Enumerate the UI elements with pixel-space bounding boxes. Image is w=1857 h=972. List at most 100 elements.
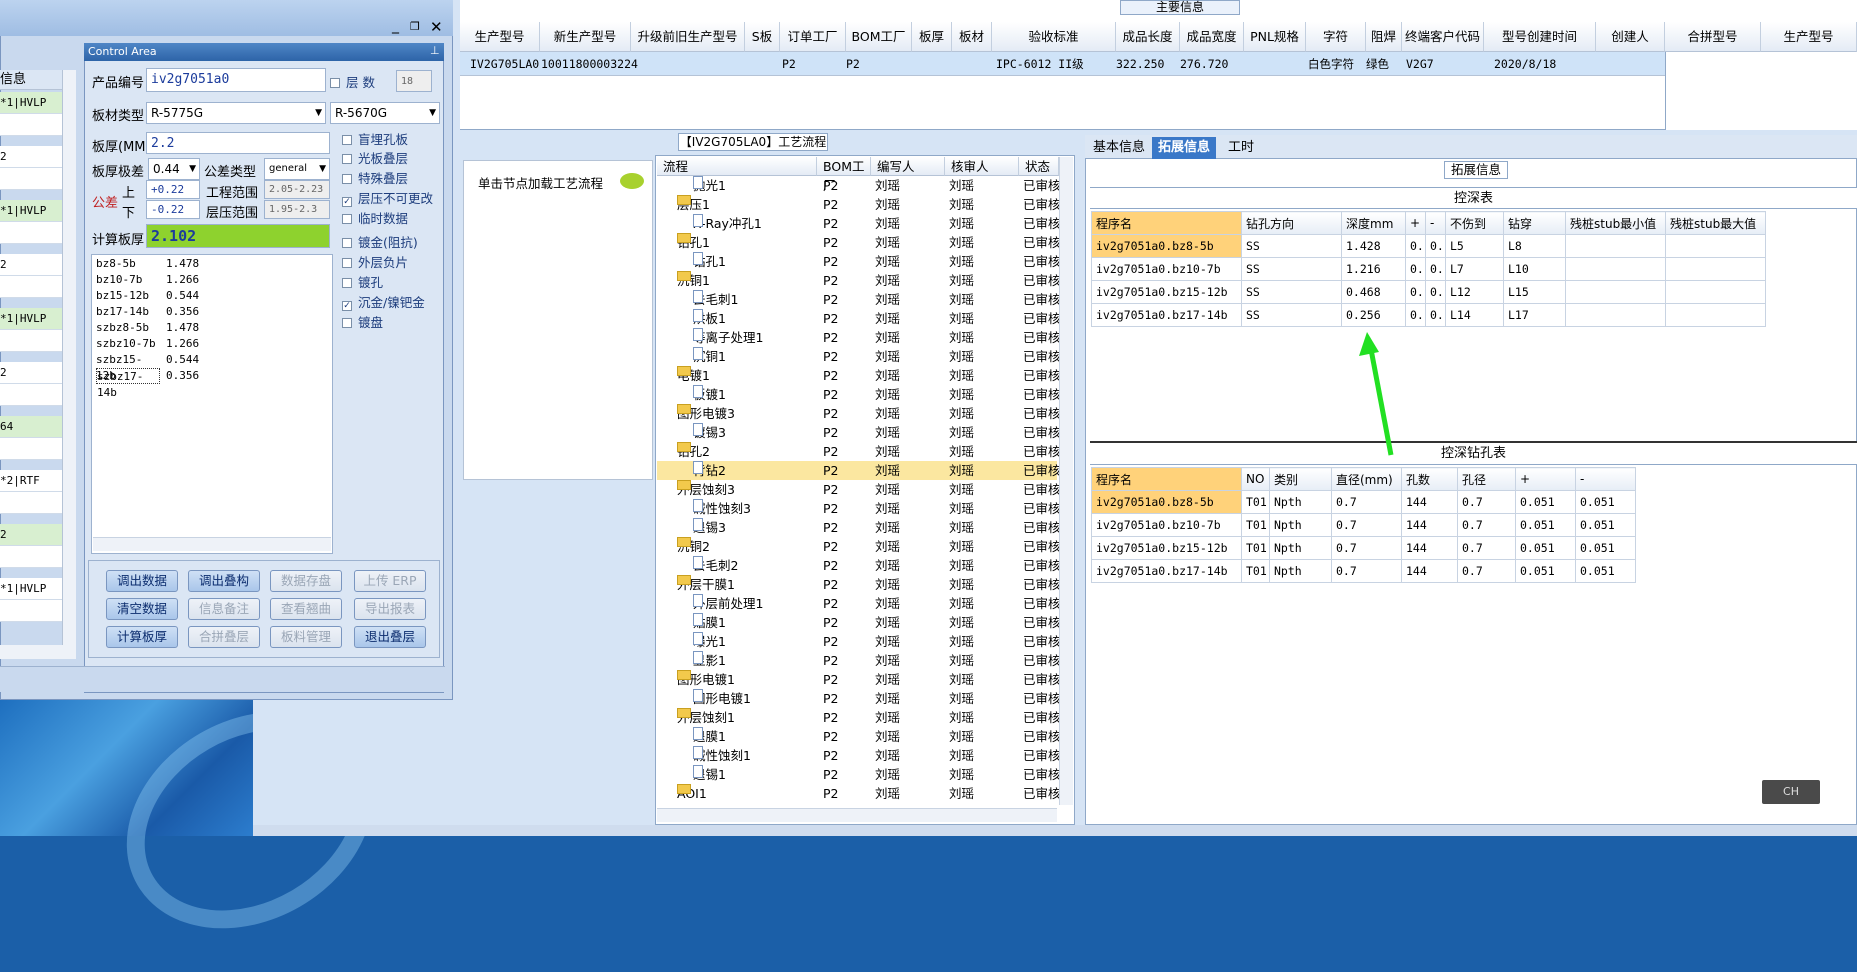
flow-row[interactable]: 外层前处理1 P2 刘瑶 刘瑶 已审核 <box>657 594 1061 613</box>
flow-node[interactable]: AOI1 <box>677 784 707 803</box>
left-row[interactable]: *1|HVLP <box>0 92 70 114</box>
col-side-prod-model[interactable]: 生产型号 <box>1761 22 1857 52</box>
flow-row[interactable]: 钻孔1 P2 刘瑶 刘瑶 已审核 <box>657 252 1061 271</box>
list-value[interactable]: 0.544 <box>166 352 226 368</box>
drill-cell[interactable]: 0.051 <box>1575 490 1636 514</box>
stack-button-1-2[interactable]: 查看翘曲 <box>270 598 342 620</box>
left-row-blank[interactable] <box>0 114 70 136</box>
flow-node[interactable]: 显影1 <box>693 651 726 670</box>
drill-col[interactable]: NO <box>1241 467 1270 491</box>
flow-row[interactable]: 烘板1 P2 刘瑶 刘瑶 已审核 <box>657 309 1061 328</box>
depth-cell[interactable]: 0. <box>1405 280 1426 304</box>
flow-node[interactable]: 图形电镀1 <box>693 689 751 708</box>
checkbox-9[interactable]: 镀盘 <box>342 314 383 332</box>
list-value[interactable]: 1.478 <box>166 256 226 272</box>
depth-cell[interactable]: 0.256 <box>1341 303 1406 327</box>
drill-cell[interactable]: 0.051 <box>1575 536 1636 560</box>
depth-cell[interactable] <box>1565 280 1666 304</box>
list-program[interactable]: bz17-14b <box>96 304 160 320</box>
ime-indicator[interactable]: CH <box>1762 780 1820 804</box>
depth-cell[interactable]: L17 <box>1503 303 1566 327</box>
checkbox-box[interactable] <box>342 174 352 184</box>
tolerance-type-select[interactable]: general <box>264 158 330 180</box>
depth-cell[interactable]: SS <box>1241 303 1342 327</box>
flow-row[interactable]: 退锡1 P2 刘瑶 刘瑶 已审核 <box>657 765 1061 784</box>
stack-button-1-0[interactable]: 清空数据 <box>106 598 178 620</box>
depth-cell[interactable]: L5 <box>1445 234 1504 258</box>
flow-row[interactable]: 碱性蚀刻3 P2 刘瑶 刘瑶 已审核 <box>657 499 1061 518</box>
list-value[interactable]: 0.544 <box>166 288 226 304</box>
flow-row[interactable]: 退锡3 P2 刘瑶 刘瑶 已审核 <box>657 518 1061 537</box>
upper-field[interactable]: +0.22 <box>146 180 200 199</box>
flow-row[interactable]: AOI1 P2 刘瑶 刘瑶 已审核 <box>657 784 1061 803</box>
drill-cell[interactable]: T01 <box>1241 559 1270 583</box>
product-field[interactable]: iv2g7051a0 <box>146 68 326 92</box>
depth-col[interactable]: 钻孔方向 <box>1241 211 1342 235</box>
list-program[interactable]: szbz8-5b <box>96 320 160 336</box>
layers-field[interactable]: 18 <box>396 70 432 92</box>
list-program[interactable]: szbz17-14b <box>96 368 160 399</box>
depth-col[interactable]: + <box>1405 211 1426 235</box>
tab-extended-info[interactable]: 拓展信息 <box>1152 137 1217 159</box>
lower-field[interactable]: -0.22 <box>146 200 200 219</box>
left-row-blank[interactable] <box>0 492 70 514</box>
flow-hscrollbar[interactable] <box>657 808 1057 822</box>
flow-row[interactable]: X-Ray冲孔1 P2 刘瑶 刘瑶 已审核 <box>657 214 1061 233</box>
left-row-blank[interactable] <box>0 222 70 244</box>
minimize-icon[interactable]: _ <box>392 18 399 34</box>
thickness-field[interactable]: 2.2 <box>146 132 330 154</box>
stack-button-2-2[interactable]: 板料管理 <box>270 626 342 648</box>
checkbox-box[interactable] <box>342 318 352 328</box>
flow-node[interactable]: 去毛刺2 <box>693 556 738 575</box>
checkbox-box[interactable] <box>342 258 352 268</box>
col-bom-factory[interactable]: BOM工厂 <box>817 157 871 193</box>
flow-node[interactable]: 沉铜1 <box>693 347 726 366</box>
left-row-blank[interactable] <box>0 546 70 568</box>
left-row-blank[interactable] <box>0 330 70 352</box>
depth-cell[interactable]: L8 <box>1503 234 1566 258</box>
col-reviewer[interactable]: 核审人 <box>945 157 1019 176</box>
flow-row[interactable]: 外层干膜1 P2 刘瑶 刘瑶 已审核 <box>657 575 1061 594</box>
drill-col[interactable]: + <box>1515 467 1576 491</box>
flow-node[interactable]: 钻孔1 <box>677 233 710 252</box>
flow-node[interactable]: 去毛刺1 <box>693 290 738 309</box>
flow-node[interactable]: 钻孔2 <box>677 442 710 461</box>
left-row[interactable]: 2 <box>0 146 70 168</box>
list-hscrollbar[interactable] <box>93 537 331 551</box>
depth-row[interactable]: iv2g7051a0.bz17-14b SS 0.256 0. 0. L14 L17 <box>1091 303 1766 327</box>
drill-cell[interactable]: 0.7 <box>1457 490 1516 514</box>
eng-range-field[interactable]: 2.05-2.23 <box>264 180 330 199</box>
drill-cell[interactable]: 0.7 <box>1331 536 1402 560</box>
depth-cell[interactable]: 1.216 <box>1341 257 1406 281</box>
drill-row[interactable]: iv2g7051a0.bz15-12b T01 Npth 0.7 144 0.7 0.051… <box>1091 536 1636 560</box>
drill-cell[interactable]: 144 <box>1401 536 1458 560</box>
depth-cell[interactable]: SS <box>1241 280 1342 304</box>
depth-cell[interactable]: L10 <box>1503 257 1566 281</box>
depth-row[interactable]: iv2g7051a0.bz10-7b SS 1.216 0. 0. L7 L10 <box>1091 257 1766 281</box>
col-top-10[interactable]: 成品宽度 <box>1180 22 1244 52</box>
list-program[interactable]: bz15-12b <box>96 288 160 304</box>
col-top-4[interactable]: 订单工厂 <box>780 22 846 52</box>
board-type-select-2[interactable]: R-5670G <box>330 102 440 124</box>
col-top-7[interactable]: 板材 <box>952 22 992 52</box>
checkbox-3[interactable]: ✓ 层压不可更改 <box>342 190 433 208</box>
col-top-1[interactable]: 新生产型号 <box>540 22 631 52</box>
depth-col[interactable]: 深度mm <box>1341 211 1406 235</box>
depth-row[interactable]: iv2g7051a0.bz8-5b SS 1.428 0. 0. L5 L8 <box>1091 234 1766 258</box>
drill-col[interactable]: 孔径 <box>1457 467 1516 491</box>
checkbox-box[interactable]: ✓ <box>342 197 352 207</box>
col-flow[interactable]: 流程 <box>657 157 817 176</box>
depth-cell[interactable]: 0.468 <box>1341 280 1406 304</box>
checkbox-box[interactable] <box>342 278 352 288</box>
checkbox-box[interactable] <box>342 238 352 248</box>
depth-cell[interactable]: iv2g7051a0.bz17-14b <box>1091 303 1242 327</box>
left-row-blank[interactable] <box>0 438 70 460</box>
flow-node[interactable]: 抛光1 <box>693 176 726 195</box>
drill-cell[interactable]: 0.7 <box>1457 536 1516 560</box>
depth-cell[interactable]: L15 <box>1503 280 1566 304</box>
drill-cell[interactable]: Npth <box>1269 490 1332 514</box>
drill-cell[interactable]: T01 <box>1241 536 1270 560</box>
col-top-5[interactable]: BOM工厂 <box>846 22 912 52</box>
pin-icon[interactable]: ⊥ <box>430 44 440 57</box>
drill-cell[interactable]: iv2g7051a0.bz10-7b <box>1091 513 1242 537</box>
